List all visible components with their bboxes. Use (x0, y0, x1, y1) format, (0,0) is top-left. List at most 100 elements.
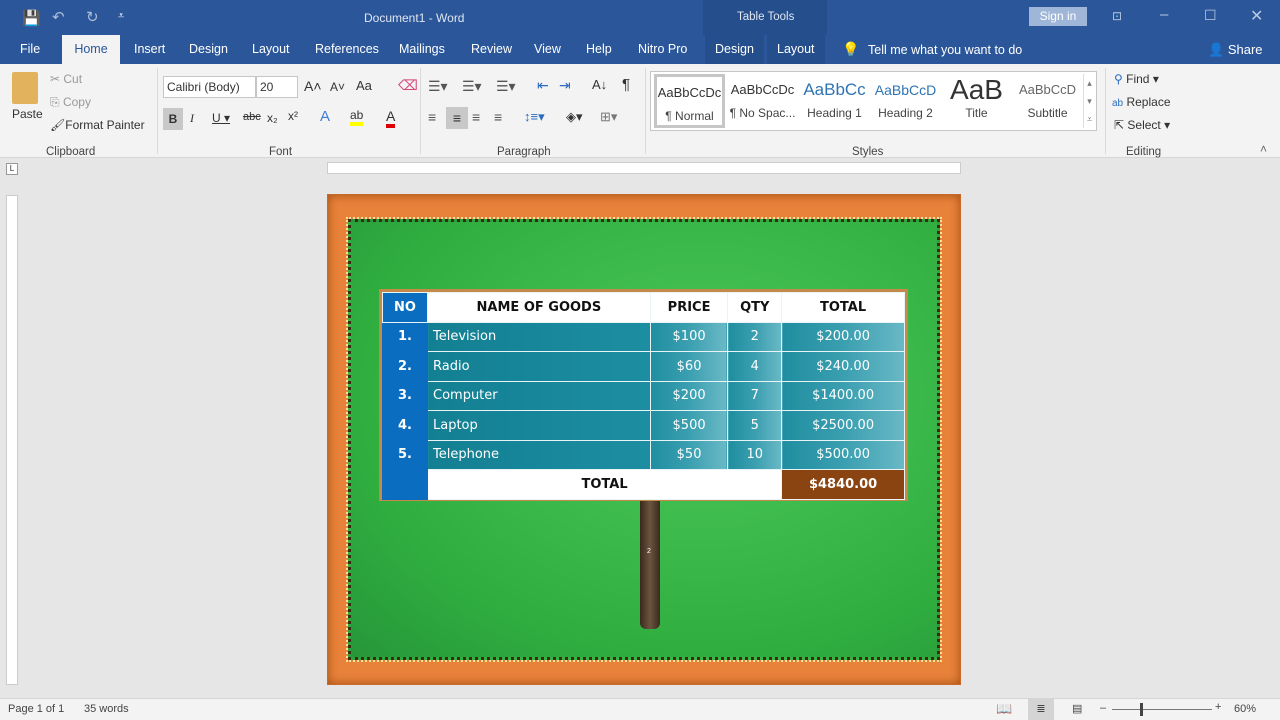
shading-icon[interactable]: ◈▾ (566, 109, 583, 125)
paste-button[interactable]: Paste (12, 107, 43, 121)
table-row: 1. Television $100 2 $200.00 (382, 321, 905, 352)
share-button[interactable]: 👤 Share (1208, 42, 1263, 58)
shrink-font-icon[interactable]: A˅ (330, 80, 345, 94)
style-subtitle[interactable]: AaBbCcD Subtitle (1012, 74, 1083, 128)
show-formatting-icon[interactable]: ¶ (622, 76, 630, 93)
zoom-slider-thumb[interactable] (1140, 703, 1143, 716)
tab-review[interactable]: Review (461, 35, 522, 64)
tab-mailings[interactable]: Mailings (389, 35, 455, 64)
highlight-color-icon[interactable]: ab (350, 108, 364, 126)
tab-file[interactable]: File (10, 35, 50, 64)
sort-icon[interactable]: A↓ (592, 77, 607, 92)
redo-icon[interactable]: ↻ (86, 8, 99, 26)
goods-name: Television (427, 321, 651, 352)
subscript-button[interactable]: x₂ (267, 111, 278, 125)
decrease-indent-icon[interactable]: ⇤ (537, 77, 549, 94)
font-name-dropdown[interactable]: Calibri (Body) (163, 76, 256, 98)
price: $200 (649, 380, 729, 411)
close-icon[interactable]: ✕ (1250, 6, 1263, 26)
document-title: Document1 - Word (364, 11, 465, 25)
tab-nitro-pro[interactable]: Nitro Pro (628, 35, 697, 64)
read-mode-icon[interactable]: 📖 (996, 701, 1012, 717)
style-preview: AaB (950, 74, 1003, 105)
lightbulb-icon: 💡 (842, 41, 860, 57)
find-button[interactable]: ⚲ Find ▾ (1114, 72, 1159, 86)
tab-home[interactable]: Home (62, 35, 120, 64)
tab-table-design[interactable]: Design (705, 35, 764, 64)
header-no: NO (382, 292, 428, 323)
maximize-icon[interactable]: ☐ (1204, 7, 1217, 24)
line-spacing-icon[interactable]: ↕≡▾ (524, 109, 545, 125)
tab-design[interactable]: Design (179, 35, 238, 64)
paste-icon[interactable] (12, 72, 38, 104)
align-center-icon[interactable]: ≡ (446, 107, 468, 129)
cut-button[interactable]: ✂ Cut (50, 72, 82, 86)
align-left-icon[interactable]: ≡ (428, 109, 436, 125)
goods-name: Computer (427, 380, 651, 411)
styles-scroll[interactable]: ▴ ▾ ⩡ (1083, 74, 1095, 128)
format-painter-button[interactable]: 🖌Format Painter (50, 118, 145, 132)
style-heading-1[interactable]: AaBbCc Heading 1 (799, 74, 870, 128)
style-preview: AaBbCcDc (730, 82, 795, 97)
undo-icon[interactable]: ↶ (52, 8, 65, 26)
underline-button[interactable]: U ▾ (212, 111, 230, 125)
borders-icon[interactable]: ⊞▾ (600, 109, 617, 125)
change-case-button[interactable]: Aa (356, 78, 372, 93)
italic-button[interactable]: I (190, 111, 194, 126)
ribbon-display-options-icon[interactable]: ⊡ (1112, 9, 1122, 23)
replace-button[interactable]: ab Replace (1112, 95, 1171, 109)
collapse-ribbon-icon[interactable]: ˄ (1260, 142, 1267, 156)
style-normal[interactable]: AaBbCcDc ¶ Normal (654, 74, 725, 128)
tab-table-layout[interactable]: Layout (767, 35, 825, 64)
word-count[interactable]: 35 words (84, 703, 129, 715)
print-layout-icon[interactable]: ≣ (1028, 699, 1054, 720)
zoom-in-button[interactable]: + (1215, 701, 1221, 713)
zoom-out-button[interactable]: – (1100, 702, 1106, 714)
tab-selector[interactable]: L (6, 163, 18, 175)
increase-indent-icon[interactable]: ⇥ (559, 77, 571, 94)
numbering-icon[interactable]: ☰▾ (462, 78, 482, 95)
text-effects-icon[interactable]: A (320, 108, 330, 125)
tab-insert[interactable]: Insert (124, 35, 175, 64)
grow-font-icon[interactable]: A˄ (304, 78, 322, 94)
tab-layout[interactable]: Layout (242, 35, 300, 64)
style-heading-2[interactable]: AaBbCcD Heading 2 (870, 74, 941, 128)
tab-view[interactable]: View (524, 35, 571, 64)
title-bar: 💾 ↶ ↻ ⩡ Document1 - Word Table Tools Sig… (0, 0, 1280, 64)
style-name: Subtitle (1027, 106, 1068, 120)
tab-help[interactable]: Help (576, 35, 622, 64)
style-title[interactable]: AaB Title (941, 74, 1012, 128)
clear-formatting-icon[interactable]: ⌫ (398, 77, 418, 94)
select-button[interactable]: ⇱ Select ▾ (1114, 118, 1170, 132)
vertical-ruler[interactable] (6, 195, 18, 685)
row-total: $200.00 (781, 321, 905, 352)
sign-in-button[interactable]: Sign in (1029, 7, 1087, 26)
zoom-slider[interactable] (1112, 709, 1212, 710)
multilevel-list-icon[interactable]: ☰▾ (496, 78, 516, 95)
copy-button[interactable]: ⎘ Copy (50, 95, 91, 110)
page-count[interactable]: Page 1 of 1 (8, 703, 64, 715)
tab-references[interactable]: References (305, 35, 389, 64)
goods-table[interactable]: NO NAME OF GOODS PRICE QTY TOTAL 1. Telev… (379, 289, 908, 501)
goods-name: Radio (427, 351, 651, 382)
tell-me-search[interactable]: Tell me what you want to do (868, 43, 1022, 57)
pole-label: 2 (647, 548, 651, 555)
zoom-level[interactable]: 60% (1234, 703, 1256, 715)
style-no-spacing[interactable]: AaBbCcDc ¶ No Spac... (727, 74, 798, 128)
total-row: TOTAL $4840.00 (382, 469, 905, 500)
customize-toolbar-icon[interactable]: ⩡ (118, 10, 124, 23)
strikethrough-button[interactable]: abc (243, 111, 261, 123)
bold-button[interactable]: B (163, 108, 183, 130)
clipboard-group-label: Clipboard (46, 146, 96, 158)
web-layout-icon[interactable]: ▤ (1072, 702, 1082, 715)
save-icon[interactable]: 💾 (22, 9, 41, 27)
font-size-dropdown[interactable]: 20 (256, 76, 298, 98)
horizontal-ruler[interactable] (327, 162, 961, 174)
bullets-icon[interactable]: ☰▾ (428, 78, 448, 95)
minimize-icon[interactable]: – (1160, 6, 1168, 23)
align-right-icon[interactable]: ≡ (472, 109, 480, 125)
superscript-button[interactable]: x² (288, 109, 298, 123)
font-color-icon[interactable]: A (386, 108, 396, 128)
justify-icon[interactable]: ≡ (494, 109, 502, 125)
goods-name: Laptop (427, 410, 651, 441)
